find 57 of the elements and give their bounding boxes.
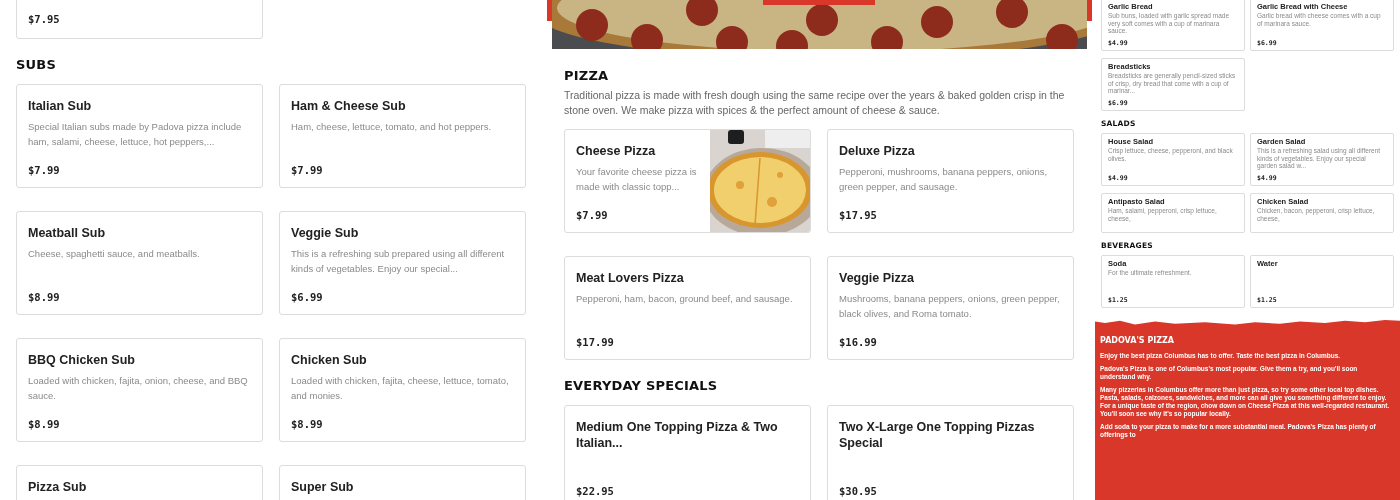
item-name: Ham & Cheese Sub <box>291 98 407 114</box>
item-description: Special Italian subs made by Padova pizza include ham, salami, cheese, lettuce, hot peppers,... <box>28 120 243 149</box>
item-name: Deluxe Pizza <box>839 143 916 159</box>
menu-item-card[interactable]: Cheese Pizza Your favorite cheese pizza is made with classic topp... $7.99 <box>564 129 811 233</box>
section-heading: SUBS <box>16 57 57 72</box>
section-heading: EVERYDAY SPECIALS <box>564 378 719 393</box>
item-name: Cheese Pizza <box>576 143 657 159</box>
menu-item-card[interactable]: BBQ Chicken Sub Loaded with chicken, fajita, onion, cheese, and BBQ sauce. $8.99 <box>16 338 263 442</box>
item-description: Mushrooms, banana peppers, onions, green pepper, black olives, and Roma tomato. <box>839 292 1061 321</box>
item-price: $30.95 <box>839 485 878 497</box>
menu-item-card[interactable]: Meatball Sub Cheese, spaghetti sauce, and meatballs. $8.99 <box>16 211 263 315</box>
item-description: Your favorite cheese pizza is made with classic topp... <box>576 165 698 194</box>
menu-item-card[interactable]: Veggie Sub This is a refreshing sub prepared using all different kinds of vegetables. Enjoy our special... $6.99 <box>279 211 526 315</box>
item-name: Pizza Sub <box>28 479 88 495</box>
item-name: Super Sub <box>291 479 355 495</box>
menu-item-card[interactable]: $7.95 <box>16 0 263 39</box>
item-description: Cheese, spaghetti sauce, and meatballs. <box>28 247 201 261</box>
item-price: $7.99 <box>28 164 61 176</box>
item-price: $16.99 <box>839 336 878 348</box>
item-name: Two X-Large One Topping Pizzas Special <box>839 419 1036 451</box>
item-description: Loaded with chicken, fajita, cheese, lettuce, tomato, and monies. <box>291 374 510 403</box>
item-price: $7.99 <box>576 209 609 221</box>
footer-title: PADOVA'S PIZZA <box>1100 336 1175 345</box>
item-description: Pepperoni, ham, bacon, ground beef, and sausage. <box>576 292 794 306</box>
item-price: $22.95 <box>576 485 615 497</box>
menu-item-card[interactable]: Deluxe Pizza Pepperoni, mushrooms, banana peppers, onions, green pepper, and sausage. $17.95 <box>827 129 1074 233</box>
item-name: Chicken Sub <box>291 352 368 368</box>
item-price: $17.95 <box>839 209 878 221</box>
menu-item-card[interactable]: Pizza Sub <box>16 465 263 500</box>
menu-item-card[interactable]: Super Sub <box>279 465 526 500</box>
menu-item-card[interactable]: Two X-Large One Topping Pizzas Special $30.95 <box>827 405 1074 500</box>
item-price: $8.99 <box>28 291 61 303</box>
item-name: Italian Sub <box>28 98 93 114</box>
menu-item-card[interactable]: Meat Lovers Pizza Pepperoni, ham, bacon, ground beef, and sausage. $17.99 <box>564 256 811 360</box>
item-description: Ham, cheese, lettuce, tomato, and hot peppers. <box>291 120 493 134</box>
item-name: Meatball Sub <box>28 225 107 241</box>
item-description: Pepperoni, mushrooms, banana peppers, onions, green pepper, and sausage. <box>839 165 1049 194</box>
item-name: Veggie Sub <box>291 225 360 241</box>
item-name: Medium One Topping Pizza & Two Italian... <box>576 419 779 451</box>
section-description: Traditional pizza is made with fresh dough using the same recipe over the years & baked golden crisp in the stone oven. We make pizza with spices & the perfect amount of cheese & sauce. <box>564 88 1066 118</box>
menu-item-card[interactable]: Veggie Pizza Mushrooms, banana peppers, onions, green pepper, black olives, and Roma tomato. $16.99 <box>827 256 1074 360</box>
menu-item-card[interactable]: Chicken Sub Loaded with chicken, fajita, cheese, lettuce, tomato, and monies. $8.99 <box>279 338 526 442</box>
item-price: $7.95 <box>28 13 61 25</box>
item-name: Meat Lovers Pizza <box>576 270 685 286</box>
item-price: $6.99 <box>291 291 324 303</box>
menu-item-card[interactable]: Medium One Topping Pizza & Two Italian... $22.95 <box>564 405 811 500</box>
item-price: $8.99 <box>28 418 61 430</box>
item-price: $7.99 <box>291 164 324 176</box>
menu-item-card[interactable]: Ham & Cheese Sub Ham, cheese, lettuce, tomato, and hot peppers. $7.99 <box>279 84 526 188</box>
item-price: $17.99 <box>576 336 615 348</box>
item-name: Veggie Pizza <box>839 270 916 286</box>
item-price: $8.99 <box>291 418 324 430</box>
section-heading: PIZZA <box>564 68 610 83</box>
item-description: Loaded with chicken, fajita, onion, cheese, and BBQ sauce. <box>28 374 249 403</box>
item-name: BBQ Chicken Sub <box>28 352 136 368</box>
item-description: This is a refreshing sub prepared using all different kinds of vegetables. Enjoy our special... <box>291 247 506 276</box>
menu-item-card[interactable]: Italian Sub Special Italian subs made by Padova pizza include ham, salami, cheese, lettuce, hot peppers,... $7.99 <box>16 84 263 188</box>
